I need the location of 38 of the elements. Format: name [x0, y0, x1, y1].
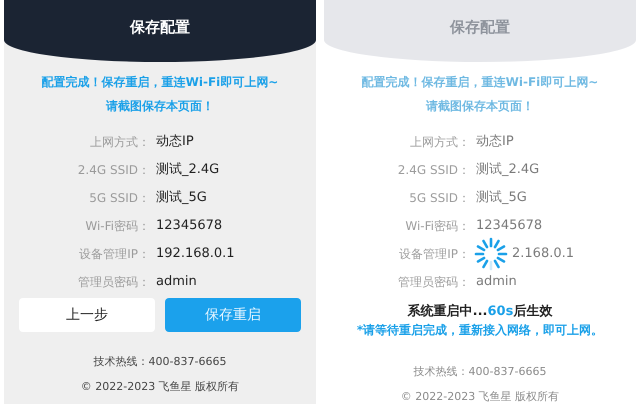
field-label: 设备管理IP： — [398, 246, 470, 263]
field-value: 12345678 — [476, 217, 542, 235]
field-value: 测试_2.4G — [476, 161, 540, 179]
field-value: 测试_5G — [476, 189, 527, 207]
page-title: 保存配置 — [450, 18, 510, 37]
field-value: 192.168.0.1 — [156, 245, 235, 263]
field-label: 设备管理IP： — [78, 246, 150, 263]
loading-spinner-icon — [472, 235, 510, 273]
notice-text: 请截图保存本页面！ — [104, 98, 215, 115]
field-value: 12345678 — [156, 217, 222, 235]
field-label: 5G SSID： — [88, 190, 150, 207]
field-value: 测试_2.4G — [156, 161, 220, 179]
notice-text: 请截图保存本页面！ — [424, 98, 535, 115]
field-value: 动态IP — [476, 133, 514, 151]
field-value: admin — [156, 273, 197, 291]
field-label: Wi-Fi密码： — [404, 218, 470, 235]
field-value: 动态IP — [156, 133, 194, 151]
field-label: 上网方式： — [89, 134, 150, 151]
notice-text: 配置完成！保存重启，重连Wi-Fi即可上网~ — [40, 74, 280, 91]
hotline-text: 技术热线：400-837-6665 — [92, 354, 228, 369]
field-label: Wi-Fi密码： — [84, 218, 150, 235]
back-button[interactable]: 上一步 — [19, 298, 155, 332]
field-label: 管理员密码： — [397, 274, 470, 291]
field-label: 2.4G SSID： — [76, 162, 150, 179]
notice-text: 配置完成！保存重启，重连Wi-Fi即可上网~ — [360, 74, 600, 91]
field-label: 2.4G SSID： — [396, 162, 470, 179]
page-title: 保存配置 — [130, 18, 190, 37]
field-value: 测试_5G — [156, 189, 207, 207]
restart-note: *请等待重启完成，重新接入网络，即可上网。 — [356, 322, 604, 339]
hotline-text: 技术热线：400-837-6665 — [412, 364, 548, 379]
copyright-text: © 2022-2023 飞鱼星 版权所有 — [400, 389, 560, 404]
field-label: 上网方式： — [409, 134, 470, 151]
field-value: 2.168.0.1 — [512, 245, 574, 263]
restart-status: 系统重启中...60s后生效 — [408, 302, 552, 320]
copyright-text: © 2022-2023 飞鱼星 版权所有 — [80, 379, 240, 394]
field-value: admin — [476, 273, 517, 291]
field-label: 管理员密码： — [77, 274, 150, 291]
field-label: 5G SSID： — [408, 190, 470, 207]
